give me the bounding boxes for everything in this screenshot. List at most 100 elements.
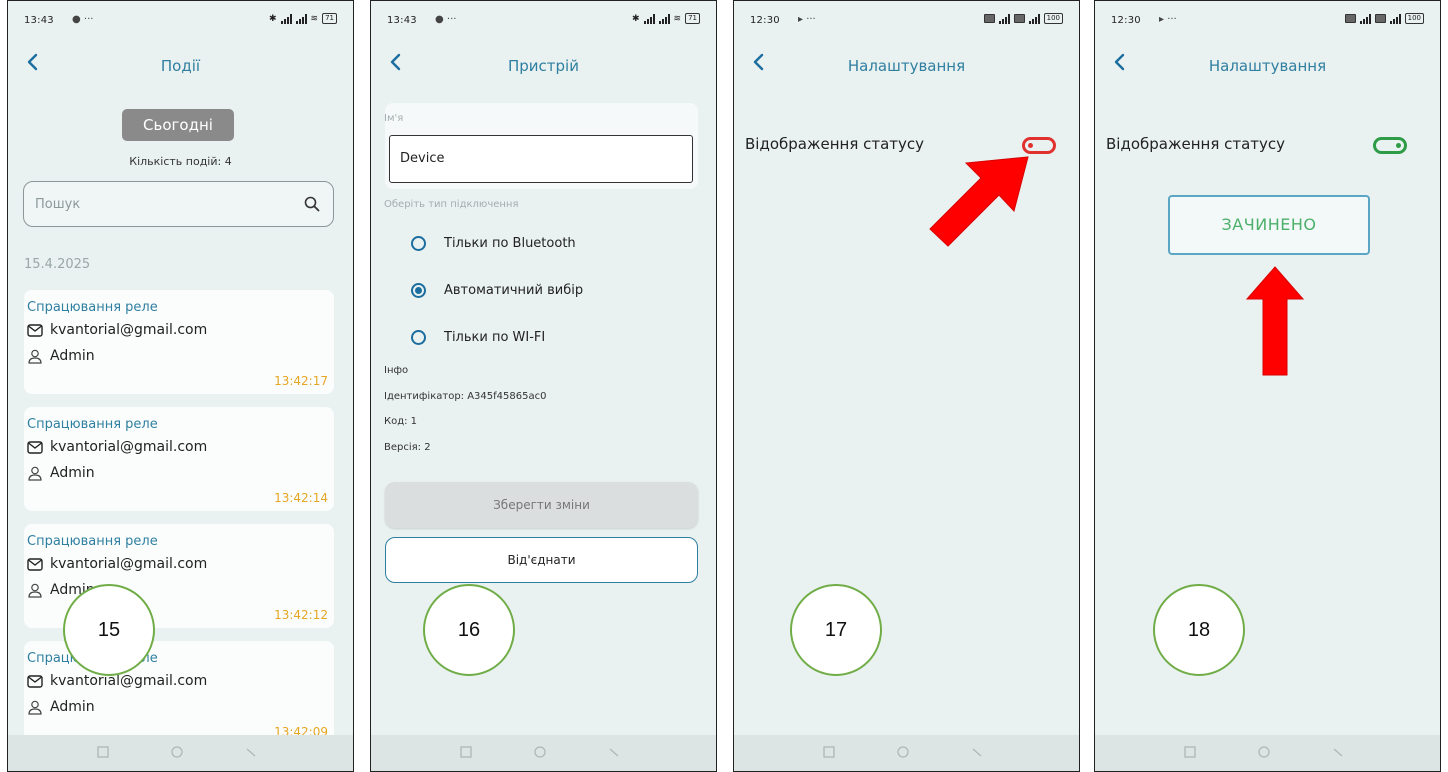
- event-user: Admin: [50, 348, 95, 364]
- user-icon: [28, 349, 42, 364]
- page-title: Пристрій: [508, 57, 579, 75]
- notification-icons: ● ···: [435, 14, 457, 25]
- radio-label: Тільки по Bluetooth: [444, 236, 576, 251]
- info-heading: Інфо: [384, 365, 409, 376]
- status-icons: ✱ ≋ 71: [269, 13, 337, 24]
- system-navbar: [734, 735, 1079, 771]
- recents-icon[interactable]: [459, 745, 473, 759]
- event-user-row: Admin: [27, 348, 95, 364]
- radio-icon[interactable]: [411, 330, 426, 345]
- signal-icon-2: [295, 13, 307, 24]
- event-email: kvantorial@gmail.com: [50, 673, 208, 689]
- event-email-row: kvantorial@gmail.com: [27, 439, 207, 455]
- event-time: 13:42:12: [274, 608, 328, 622]
- event-email-row: kvantorial@gmail.com: [27, 322, 207, 338]
- wifi-icon: ≋: [310, 13, 319, 24]
- back-nav-icon[interactable]: [244, 745, 258, 759]
- event-user-row: Admin: [27, 699, 95, 715]
- settings-screen-off: 12:30 ▸ ··· 100 Налаштування Відображенн…: [733, 0, 1080, 772]
- step-number-badge: 18: [1153, 584, 1245, 676]
- radio-wifi-only[interactable]: Тільки по WI-FI: [411, 330, 545, 345]
- home-icon[interactable]: [533, 745, 547, 759]
- event-user-row: Admin: [27, 465, 95, 481]
- back-nav-icon[interactable]: [970, 745, 984, 759]
- door-status-button[interactable]: ЗАЧИНЕНО: [1168, 195, 1370, 255]
- signal-icon: [643, 13, 655, 24]
- status-bar: 12:30 ▸ ··· 100: [734, 1, 1079, 35]
- event-type: Спрацювання реле: [27, 534, 158, 549]
- event-card[interactable]: Спрацювання реле kvantorial@gmail.com Ad…: [24, 407, 334, 511]
- page-title: Налаштування: [1208, 57, 1327, 75]
- event-email: kvantorial@gmail.com: [50, 322, 208, 338]
- step-number-badge: 17: [790, 584, 882, 676]
- step-number-badge: 15: [63, 584, 155, 676]
- settings-screen-on: 12:30 ▸ ··· 100 Налаштування Відображенн…: [1094, 0, 1441, 772]
- signal-icon: [1359, 13, 1371, 24]
- radio-auto-select[interactable]: Автоматичний вибір: [411, 283, 583, 298]
- events-screen: 13:43 ● ··· ✱ ≋ 71 Події Сьогодні Кількі…: [7, 0, 354, 772]
- status-bar: 12:30 ▸ ··· 100: [1095, 1, 1440, 35]
- device-screen: 13:43 ● ··· ✱ ≋ 71 Пристрій Ім'я Device …: [370, 0, 717, 772]
- notification-icons: ▸ ···: [1159, 14, 1177, 25]
- connection-type-label: Оберіть тип підключення: [384, 199, 519, 210]
- events-date: 15.4.2025: [24, 257, 91, 272]
- sim-icon: [983, 14, 995, 23]
- event-email: kvantorial@gmail.com: [50, 439, 208, 455]
- back-nav-icon[interactable]: [1331, 745, 1345, 759]
- mail-icon: [27, 323, 43, 337]
- disconnect-button[interactable]: Від'єднати: [385, 537, 698, 583]
- page-title: Події: [160, 57, 201, 75]
- status-display-toggle[interactable]: [1373, 137, 1407, 154]
- battery-icon: 100: [1043, 13, 1063, 24]
- sim-icon: [1344, 14, 1356, 23]
- mail-icon: [27, 557, 43, 571]
- mail-icon: [27, 440, 43, 454]
- status-time: 12:30: [1111, 15, 1141, 26]
- search-input[interactable]: Пошук: [23, 181, 334, 227]
- red-arrow-up-icon: [1245, 266, 1305, 376]
- signal-icon-2: [1389, 13, 1401, 24]
- event-email-row: kvantorial@gmail.com: [27, 556, 207, 572]
- save-changes-button[interactable]: Зберегти зміни: [385, 482, 698, 528]
- system-navbar: [8, 735, 353, 771]
- event-time: 13:42:17: [274, 374, 328, 388]
- search-icon[interactable]: [303, 195, 321, 213]
- signal-icon: [280, 13, 292, 24]
- status-icons: ✱ ≋ 71: [632, 13, 700, 24]
- events-count: Кількість подій: 4: [129, 155, 232, 168]
- radio-selected-icon[interactable]: [411, 283, 426, 298]
- radio-label: Тільки по WI-FI: [444, 330, 546, 345]
- status-icons: 100: [983, 13, 1063, 24]
- status-time: 12:30: [750, 15, 780, 26]
- back-nav-icon[interactable]: [607, 745, 621, 759]
- battery-icon: 71: [322, 13, 337, 24]
- recents-icon[interactable]: [822, 745, 836, 759]
- recents-icon[interactable]: [1183, 745, 1197, 759]
- system-navbar: [371, 735, 716, 771]
- event-card[interactable]: Спрацювання реле kvantorial@gmail.com Ad…: [24, 290, 334, 394]
- status-display-label: Відображення статусу: [1106, 135, 1286, 153]
- home-icon[interactable]: [896, 745, 910, 759]
- toggle-knob: [1396, 143, 1401, 148]
- mail-icon: [27, 674, 43, 688]
- event-time: 13:42:14: [274, 491, 328, 505]
- recents-icon[interactable]: [96, 745, 110, 759]
- signal-icon: [998, 13, 1010, 24]
- radio-label: Автоматичний вибір: [444, 283, 584, 298]
- battery-icon: 100: [1404, 13, 1424, 24]
- home-icon[interactable]: [170, 745, 184, 759]
- event-user: Admin: [50, 465, 95, 481]
- signal-icon-2: [658, 13, 670, 24]
- system-navbar: [1095, 735, 1440, 771]
- toggle-knob: [1028, 143, 1033, 148]
- device-code: Код: 1: [384, 416, 418, 427]
- search-placeholder: Пошук: [35, 197, 81, 212]
- radio-icon[interactable]: [411, 236, 426, 251]
- home-icon[interactable]: [1257, 745, 1271, 759]
- bluetooth-icon: ✱: [268, 13, 277, 24]
- today-button[interactable]: Сьогодні: [122, 109, 234, 141]
- user-icon: [28, 466, 42, 481]
- radio-bluetooth-only[interactable]: Тільки по Bluetooth: [411, 236, 576, 251]
- device-name-input[interactable]: Device: [389, 135, 693, 183]
- name-label: Ім'я: [384, 113, 404, 124]
